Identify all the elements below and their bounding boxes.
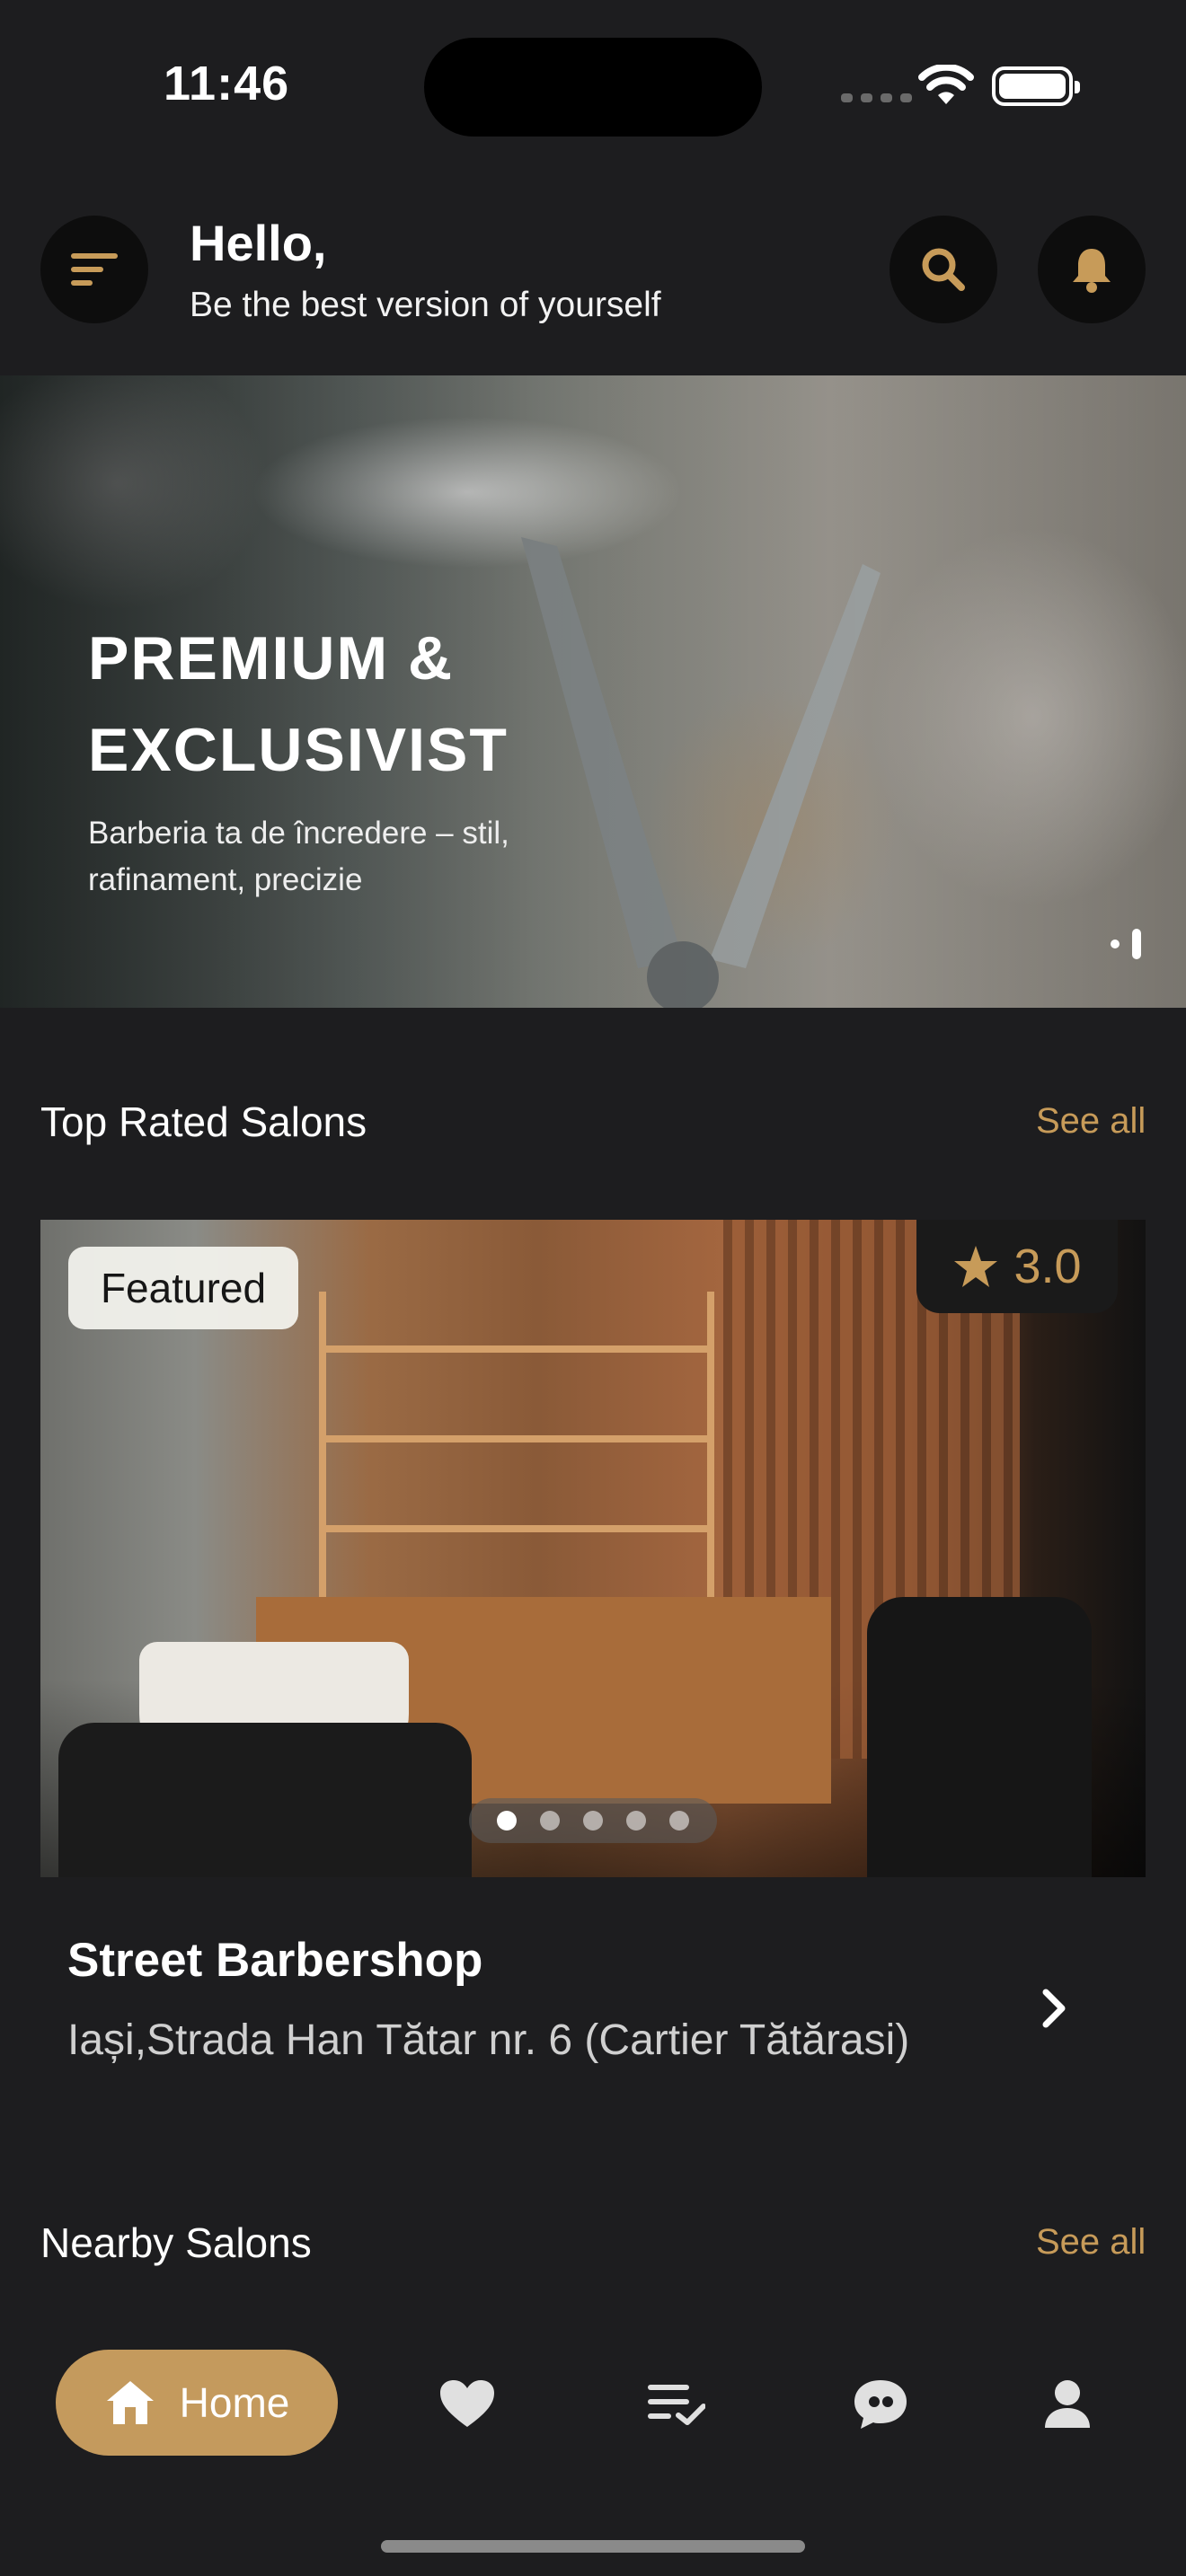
rating-value: 3.0	[1013, 1239, 1082, 1293]
nearby-see-all[interactable]: See all	[1036, 2222, 1146, 2263]
featured-badge: Featured	[68, 1247, 298, 1329]
top-rated-see-all[interactable]: See all	[1036, 1101, 1146, 1142]
nav-home[interactable]: Home	[56, 2350, 338, 2456]
hero-page-dot	[1111, 940, 1120, 948]
checklist-icon	[648, 2385, 705, 2425]
carousel-dot[interactable]	[583, 1811, 603, 1831]
search-icon	[922, 248, 965, 291]
search-button[interactable]	[890, 216, 997, 323]
carousel-dot[interactable]	[626, 1811, 646, 1831]
image-carousel-dots[interactable]	[469, 1798, 717, 1843]
chevron-right-icon[interactable]	[1033, 1985, 1076, 2032]
menu-lines-icon	[71, 253, 118, 286]
carousel-dot[interactable]	[540, 1811, 560, 1831]
home-icon	[106, 2381, 154, 2424]
rating-badge: 3.0	[916, 1220, 1118, 1313]
salon-address: Iași,Strada Han Tătar nr. 6 (Cartier Tăt…	[67, 2016, 910, 2064]
bell-icon	[1073, 249, 1111, 293]
nav-profile[interactable]	[1031, 2368, 1103, 2439]
heart-icon	[440, 2380, 494, 2427]
greeting-subtitle: Be the best version of yourself	[190, 286, 661, 324]
nav-bookings[interactable]	[640, 2368, 712, 2439]
star-icon	[954, 1246, 998, 1287]
notification-button[interactable]	[1038, 216, 1146, 323]
hero-title: PREMIUM & EXCLUSIVIST	[88, 624, 509, 784]
barber-chair-right	[867, 1597, 1092, 1877]
battery-icon	[992, 66, 1080, 106]
nav-messages[interactable]	[845, 2368, 916, 2439]
home-indicator[interactable]	[381, 2540, 805, 2553]
status-time: 11:46	[164, 57, 290, 110]
greeting-title: Hello,	[190, 215, 327, 271]
wifi-icon	[918, 65, 974, 104]
carousel-dot[interactable]	[497, 1811, 517, 1831]
chat-icon	[854, 2380, 907, 2429]
top-rated-title: Top Rated Salons	[40, 1098, 367, 1145]
profile-icon	[1045, 2380, 1090, 2428]
hero-banner[interactable]: PREMIUM & EXCLUSIVIST Barberia ta de înc…	[0, 375, 1186, 1008]
dynamic-island	[424, 38, 762, 137]
signal-icon	[841, 93, 912, 102]
salon-name[interactable]: Street Barbershop	[67, 1933, 482, 1988]
menu-button[interactable]	[40, 216, 148, 323]
nav-home-label: Home	[179, 2379, 290, 2426]
nav-favorites[interactable]	[431, 2368, 503, 2439]
hero-page-dot-active	[1132, 929, 1141, 959]
carousel-dot[interactable]	[669, 1811, 689, 1831]
hero-subtitle: Barberia ta de încredere – stil, rafinam…	[88, 816, 509, 897]
nearby-title: Nearby Salons	[40, 2219, 312, 2266]
barber-chair	[58, 1723, 472, 1877]
